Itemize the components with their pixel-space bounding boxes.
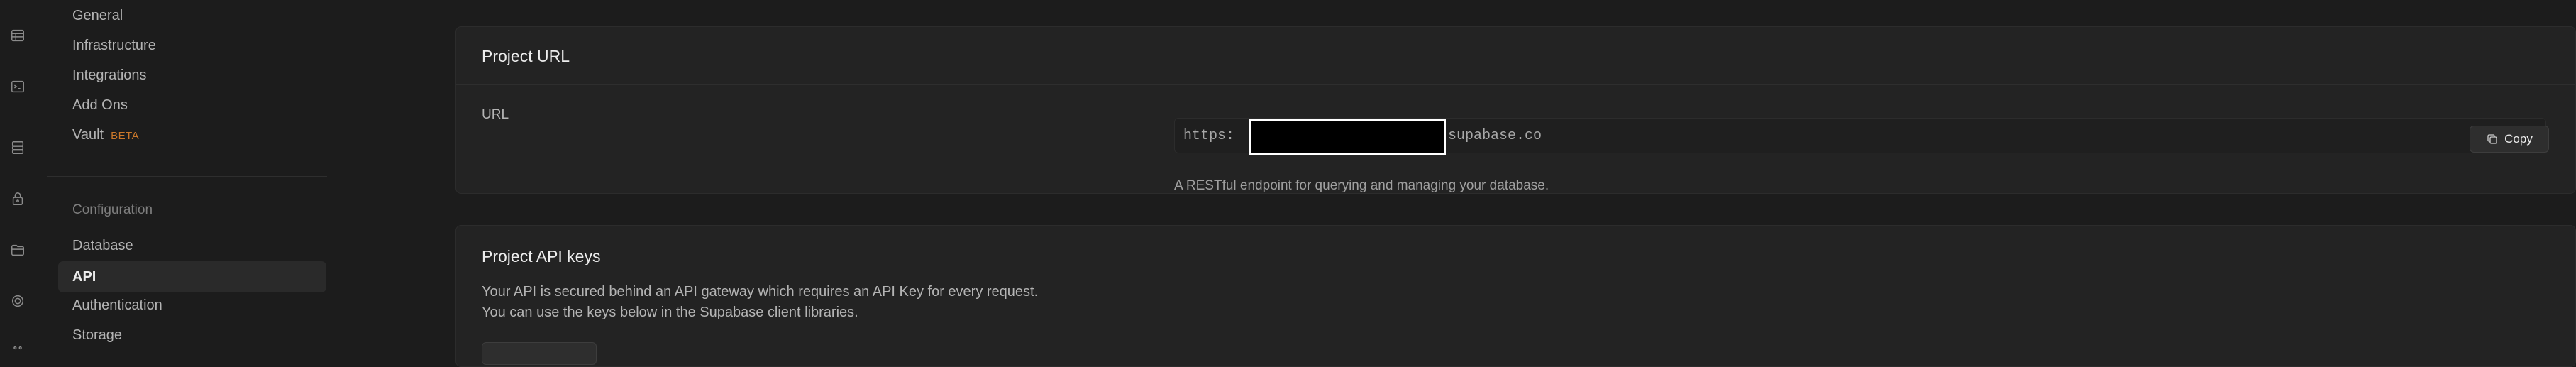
url-helper-text: A RESTful endpoint for querying and mana… — [1174, 178, 1549, 193]
table-editor-icon[interactable] — [9, 27, 26, 44]
url-suffix: supabase.co — [1448, 128, 1542, 144]
menu-item-vault[interactable]: Vault BETA — [72, 126, 139, 146]
settings-menu: General Infrastructure Integrations Add … — [35, 0, 327, 351]
menu-divider — [47, 176, 327, 177]
database-icon[interactable] — [9, 139, 26, 156]
redacted-project-ref — [1249, 119, 1446, 155]
auth-icon[interactable] — [9, 190, 26, 207]
realtime-icon[interactable] — [9, 292, 26, 310]
menu-item-database[interactable]: Database — [72, 236, 133, 255]
card-divider — [456, 84, 2575, 85]
project-url-card: Project URL URL https: supabase.co Copy … — [455, 26, 2576, 194]
menu-item-api[interactable]: API — [58, 261, 326, 292]
icon-rail — [0, 0, 36, 351]
configuration-heading: Configuration — [72, 202, 153, 217]
copy-label: Copy — [2504, 132, 2533, 146]
menu-item-authentication[interactable]: Authentication — [72, 296, 162, 314]
sql-editor-icon[interactable] — [9, 78, 26, 95]
api-keys-description-1: Your API is secured behind an API gatewa… — [482, 284, 1039, 300]
storage-icon[interactable] — [9, 241, 26, 258]
menu-item-general[interactable]: General — [72, 6, 123, 25]
beta-badge: BETA — [111, 130, 140, 142]
menu-item-vault-label: Vault — [72, 127, 104, 143]
api-keys-action-button[interactable] — [482, 342, 597, 365]
menu-item-integrations[interactable]: Integrations — [72, 66, 147, 84]
url-prefix: https: — [1183, 128, 1235, 144]
menu-item-infrastructure[interactable]: Infrastructure — [72, 36, 156, 55]
url-label: URL — [482, 107, 509, 122]
api-keys-card: Project API keys Your API is secured beh… — [455, 225, 2576, 367]
more-icon[interactable] — [9, 339, 26, 356]
copy-url-button[interactable]: Copy — [2470, 126, 2549, 153]
api-keys-description-2: You can use the keys below in the Supaba… — [482, 305, 858, 320]
copy-icon — [2487, 134, 2497, 144]
menu-item-storage[interactable]: Storage — [72, 326, 122, 344]
menu-item-add-ons[interactable]: Add Ons — [72, 96, 128, 114]
project-url-title: Project URL — [482, 47, 570, 65]
api-keys-title: Project API keys — [482, 247, 601, 265]
